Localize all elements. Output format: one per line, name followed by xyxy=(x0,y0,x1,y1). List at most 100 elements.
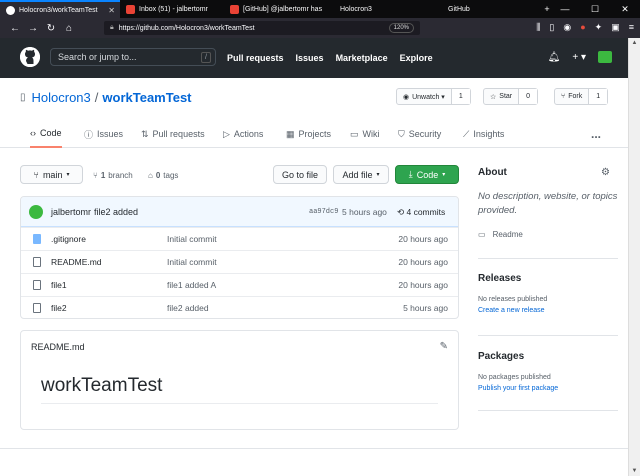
forward-icon[interactable]: → xyxy=(24,23,42,34)
extension-icon[interactable]: ✦ xyxy=(595,22,603,33)
commits-link[interactable]: ⟲ 4 commits xyxy=(397,207,445,218)
publish-package-link[interactable]: Publish your first package xyxy=(478,385,618,392)
github-logo-icon[interactable] xyxy=(20,47,40,67)
create-new-dropdown[interactable]: + ▾ xyxy=(572,52,586,63)
fork-button[interactable]: ⑂ Fork 1 xyxy=(554,88,609,105)
repo-name[interactable]: workTeamTest xyxy=(102,90,191,105)
file-row[interactable]: README.md Initial commit 20 hours ago xyxy=(21,250,458,273)
commit-time: 5 hours ago xyxy=(342,207,387,217)
browser-extensions: ⫼ ▯ ◉ ● ✦ ▣ ≡ xyxy=(536,22,634,33)
reload-icon[interactable]: ↻ xyxy=(42,23,60,34)
tab-insights[interactable]: ⟋ Insights xyxy=(463,120,504,148)
browser-tab[interactable]: GitHub xyxy=(432,0,522,18)
tab-security[interactable]: ⛉ Security xyxy=(398,120,441,148)
branch-selector[interactable]: ⑂ main ▾ xyxy=(20,165,83,184)
star-count[interactable]: 0 xyxy=(518,89,538,104)
tab-code[interactable]: ‹› Code xyxy=(30,120,62,148)
footer-divider xyxy=(0,448,628,449)
maximize-icon[interactable]: ☐ xyxy=(580,0,610,18)
file-row[interactable]: file2 file2 added 5 hours ago xyxy=(21,296,458,318)
commit-message[interactable]: file2 added xyxy=(94,207,138,217)
releases-text: No releases published xyxy=(478,296,548,303)
commit-sha[interactable]: aa97dc9 xyxy=(309,208,338,216)
packages-title[interactable]: Packages xyxy=(478,351,618,362)
notification-bell-icon[interactable]: 🔔︎ xyxy=(548,52,561,63)
github-favicon-icon xyxy=(6,5,15,15)
fork-count[interactable]: 1 xyxy=(588,89,608,104)
latest-commit: jalbertomr file2 added aa97dc9 5 hours a… xyxy=(21,197,458,227)
url-bar[interactable]: 🔒︎ https://github.com/Holocron3/workTeam… xyxy=(104,21,420,35)
create-release-link[interactable]: Create a new release xyxy=(478,307,618,314)
avatar[interactable] xyxy=(598,51,612,63)
nav-issues[interactable]: Issues xyxy=(296,53,324,63)
tab-label: Wiki xyxy=(362,129,380,139)
account-icon[interactable]: ◉ xyxy=(563,22,571,33)
unwatch-label: Unwatch ▾ xyxy=(412,93,445,101)
gear-icon[interactable]: ⚙ xyxy=(601,167,610,178)
file-name[interactable]: file2 xyxy=(51,303,67,313)
go-to-file-button[interactable]: Go to file xyxy=(273,165,327,184)
readme-link[interactable]: ▭ Readme xyxy=(478,230,618,239)
divider xyxy=(41,403,438,404)
file-commit-message[interactable]: file1 added A xyxy=(167,280,216,290)
avatar[interactable] xyxy=(29,205,43,219)
project-icon: ▦ xyxy=(286,128,295,139)
tab-wiki[interactable]: ▭ Wiki xyxy=(350,120,380,148)
tab-issues[interactable]: ⓘ Issues xyxy=(84,120,123,148)
releases-title[interactable]: Releases xyxy=(478,273,618,284)
fork-label: Fork xyxy=(568,93,583,100)
tags-link[interactable]: ⌂ 0 tags xyxy=(148,171,178,180)
tab-projects[interactable]: ▦ Projects xyxy=(286,120,331,148)
tab-actions[interactable]: ▷ Actions xyxy=(223,120,263,148)
tab-pull-requests[interactable]: ⇅ Pull requests xyxy=(141,120,205,148)
sidebar-icon[interactable]: ▯ xyxy=(549,22,554,33)
file-row[interactable]: file1 file1 added A 20 hours ago xyxy=(21,273,458,296)
file-commit-message[interactable]: Initial commit xyxy=(167,234,217,244)
minimize-icon[interactable]: — xyxy=(550,0,580,18)
tag-count-label: tags xyxy=(163,171,179,180)
file-row[interactable]: .gitignore Initial commit 20 hours ago xyxy=(21,227,458,250)
file-commit-message[interactable]: Initial commit xyxy=(167,257,217,267)
nav-explore[interactable]: Explore xyxy=(400,53,433,63)
file-icon xyxy=(33,257,41,267)
scroll-up-icon[interactable]: ▲ xyxy=(629,40,640,46)
menu-icon[interactable]: ≡ xyxy=(629,22,634,33)
header-nav: Pull requests Issues Marketplace Explore xyxy=(227,38,433,78)
commit-author[interactable]: jalbertomr xyxy=(51,207,91,217)
add-file-button[interactable]: Add file ▾ xyxy=(333,165,389,184)
library-icon[interactable]: ⫼ xyxy=(536,22,540,33)
search-input[interactable]: Search or jump to... / xyxy=(50,48,216,66)
close-tab-icon[interactable]: ✕ xyxy=(108,6,115,15)
unwatch-button[interactable]: ◉ Unwatch ▾ 1 xyxy=(396,88,471,105)
file-commit-message[interactable]: file2 added xyxy=(167,303,209,313)
nav-marketplace[interactable]: Marketplace xyxy=(336,53,388,63)
repo-owner[interactable]: Holocron3 xyxy=(32,90,91,105)
close-window-icon[interactable]: ✕ xyxy=(610,0,640,18)
star-button[interactable]: ☆ Star 0 xyxy=(483,88,539,105)
opera-icon[interactable]: ● xyxy=(580,22,585,33)
file-age: 20 hours ago xyxy=(398,280,448,290)
pip-icon[interactable]: ▣ xyxy=(611,22,620,33)
file-name[interactable]: file1 xyxy=(51,280,67,290)
browser-tab[interactable]: Holocron3 xyxy=(328,0,432,18)
branches-link[interactable]: ⑂ 1 branch xyxy=(93,171,133,180)
browser-tab[interactable]: [GitHub] @jalbertomr has xyxy=(224,0,328,18)
back-icon[interactable]: ← xyxy=(6,23,24,34)
browser-tab[interactable]: Holocron3/workTeamTest ✕ xyxy=(0,0,120,18)
browser-tab[interactable]: Inbox (51) - jalbertomr xyxy=(120,0,224,18)
packages-text: No packages published xyxy=(478,374,551,381)
file-icon xyxy=(33,280,41,290)
nav-pull-requests[interactable]: Pull requests xyxy=(227,53,284,63)
scroll-down-icon[interactable]: ▼ xyxy=(629,468,640,474)
zoom-level[interactable]: 120% xyxy=(388,23,414,33)
home-icon[interactable]: ⌂ xyxy=(60,23,78,34)
scrollbar[interactable]: ▲ ▼ xyxy=(628,38,640,476)
readme-panel: README.md ✎ workTeamTest xyxy=(20,330,459,430)
file-name[interactable]: README.md xyxy=(51,257,102,267)
watch-count[interactable]: 1 xyxy=(450,89,470,104)
file-name[interactable]: .gitignore xyxy=(51,234,86,244)
edit-pencil-icon[interactable]: ✎ xyxy=(440,341,448,352)
more-tabs-button[interactable]: ... xyxy=(591,120,601,148)
repo-title: ▯ Holocron3 / workTeamTest xyxy=(20,90,192,105)
code-button[interactable]: ⤓ Code ▾ xyxy=(395,165,459,184)
